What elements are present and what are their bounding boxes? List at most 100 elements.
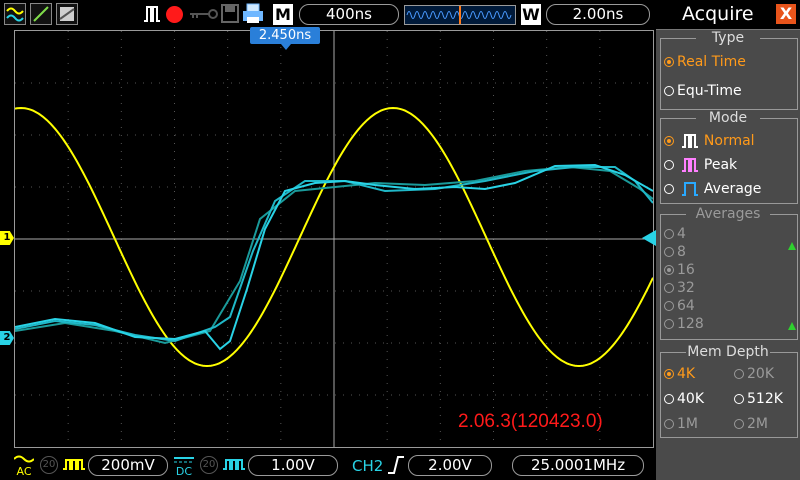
radio-unselected-icon: [664, 160, 674, 170]
mem-depth-option-label: 512K: [747, 391, 783, 407]
mem-depth-option-20k[interactable]: 20K: [734, 366, 774, 382]
averages-option-label: 16: [677, 262, 695, 278]
ch2-volts-per-div[interactable]: 1.00V: [248, 455, 338, 476]
ch1-volts-per-div[interactable]: 200mV: [88, 455, 168, 476]
window-label: W: [521, 4, 541, 25]
mem-depth-option-2m[interactable]: 2M: [734, 416, 768, 432]
ch1-coupling[interactable]: AC: [13, 454, 35, 478]
ch2-coupling-dc-icon: [174, 457, 194, 463]
waveform-display[interactable]: [14, 30, 654, 448]
averages-option-label: 128: [677, 316, 704, 332]
averages-option-16[interactable]: 16: [664, 262, 695, 278]
ch2-coupling-label: DC: [175, 465, 193, 478]
panel-header: Acquire X: [656, 0, 800, 30]
mode-option-label: Average: [703, 181, 762, 197]
normal-pulse-icon: [682, 134, 699, 148]
radio-unselected-icon: [664, 301, 674, 311]
trigger-position-caret-icon[interactable]: [281, 44, 291, 50]
radio-unselected-icon: [664, 86, 674, 96]
mem-depth-option-label: 4K: [677, 366, 696, 382]
radio-unselected-icon: [664, 419, 674, 429]
rising-edge-icon[interactable]: [386, 455, 406, 475]
record-icon[interactable]: [166, 6, 183, 23]
scroll-up-icon[interactable]: [788, 242, 796, 250]
close-icon[interactable]: X: [776, 4, 796, 24]
averages-option-4[interactable]: 4: [664, 226, 686, 242]
ramp-waveform-icon[interactable]: [30, 3, 52, 25]
memory-position-bar[interactable]: [404, 5, 516, 25]
type-option-real-time[interactable]: Real Time: [664, 54, 746, 70]
ch1-invert-icon[interactable]: [62, 457, 86, 473]
run-mode-pulse-icon[interactable]: [142, 3, 162, 25]
radio-unselected-icon: [664, 229, 674, 239]
firmware-version: 2.06.3(120423.0): [458, 411, 603, 432]
main-timebase-label: M: [273, 4, 293, 25]
window-timebase-value[interactable]: 2.00ns: [546, 4, 650, 25]
mem-depth-section-title: Mem Depth: [686, 344, 770, 360]
radio-unselected-icon: [664, 283, 674, 293]
trigger-level-marker-icon[interactable]: [642, 230, 656, 246]
ch1-bandwidth-limit[interactable]: 20: [40, 456, 58, 474]
mem-depth-option-label: 2M: [747, 416, 768, 432]
type-option-equ-time[interactable]: Equ-Time: [664, 83, 742, 99]
mode-option-normal[interactable]: Normal: [664, 132, 755, 149]
acquire-menu-panel: Acquire X Type Real Time Equ-Time Mode N…: [656, 0, 800, 480]
mode-section-title: Mode: [696, 110, 760, 126]
waveform-grid: [14, 31, 654, 447]
ch2-bandwidth-limit[interactable]: 20: [200, 456, 218, 474]
trigger-source[interactable]: CH2: [352, 457, 383, 475]
type-section: [660, 38, 798, 110]
ch1-waveform-icon[interactable]: [4, 3, 26, 25]
mode-option-peak[interactable]: Peak: [664, 156, 737, 173]
radio-selected-icon: [664, 265, 674, 275]
averages-option-128[interactable]: 128: [664, 316, 704, 332]
averages-option-64[interactable]: 64: [664, 298, 695, 314]
type-option-label: Real Time: [677, 54, 746, 70]
trigger-position-label[interactable]: 2.450ns: [250, 27, 320, 44]
radio-unselected-icon: [734, 419, 744, 429]
bottom-channel-bar: AC 20 200mV DC 20 1.00V CH2 2.00V 25.000…: [0, 450, 656, 480]
memory-waveform-icon: [406, 6, 512, 24]
mem-depth-option-512k[interactable]: 512K: [734, 391, 783, 407]
timebase-value[interactable]: 400ns: [299, 4, 399, 25]
type-section-title: Type: [696, 30, 760, 46]
averages-option-label: 64: [677, 298, 695, 314]
averages-option-8[interactable]: 8: [664, 244, 686, 260]
trigger-level[interactable]: 2.00V: [408, 455, 492, 476]
ch2-waveform-icon[interactable]: [56, 3, 78, 25]
mode-option-label: Normal: [703, 133, 755, 149]
mem-depth-option-label: 1M: [677, 416, 698, 432]
print-icon[interactable]: [242, 3, 264, 25]
mem-depth-option-label: 20K: [747, 366, 774, 382]
mode-option-average[interactable]: Average: [664, 180, 761, 197]
ch1-coupling-wave-icon: [13, 455, 35, 463]
averages-option-32[interactable]: 32: [664, 280, 695, 296]
panel-title: Acquire: [682, 3, 754, 25]
radio-selected-icon: [664, 57, 674, 67]
averages-section-title: Averages: [686, 206, 770, 222]
type-option-label: Equ-Time: [677, 83, 742, 99]
mode-option-label: Peak: [703, 157, 738, 173]
mem-depth-option-4k[interactable]: 4K: [664, 366, 695, 382]
radio-unselected-icon: [734, 369, 744, 379]
top-status-bar: M 400ns W 2.00ns: [0, 0, 656, 30]
radio-unselected-icon: [664, 184, 674, 194]
mem-depth-option-1m[interactable]: 1M: [664, 416, 698, 432]
ch2-ground-marker[interactable]: 2: [0, 331, 14, 345]
ch1-coupling-label: AC: [16, 465, 32, 478]
mem-depth-option-40k[interactable]: 40K: [664, 391, 704, 407]
radio-unselected-icon: [734, 394, 744, 404]
average-pulse-icon: [682, 182, 699, 196]
key-icon[interactable]: [188, 3, 218, 25]
scroll-down-icon[interactable]: [788, 322, 796, 330]
ch2-invert-icon[interactable]: [222, 457, 246, 473]
radio-unselected-icon: [664, 319, 674, 329]
save-disk-icon[interactable]: [220, 3, 240, 25]
ch1-ground-marker[interactable]: 1: [0, 231, 14, 245]
radio-selected-icon: [664, 369, 674, 379]
peak-pulse-icon: [682, 158, 699, 172]
averages-option-label: 4: [677, 226, 686, 242]
averages-option-label: 8: [677, 244, 686, 260]
mem-depth-option-label: 40K: [677, 391, 704, 407]
ch2-coupling[interactable]: DC: [174, 454, 194, 477]
